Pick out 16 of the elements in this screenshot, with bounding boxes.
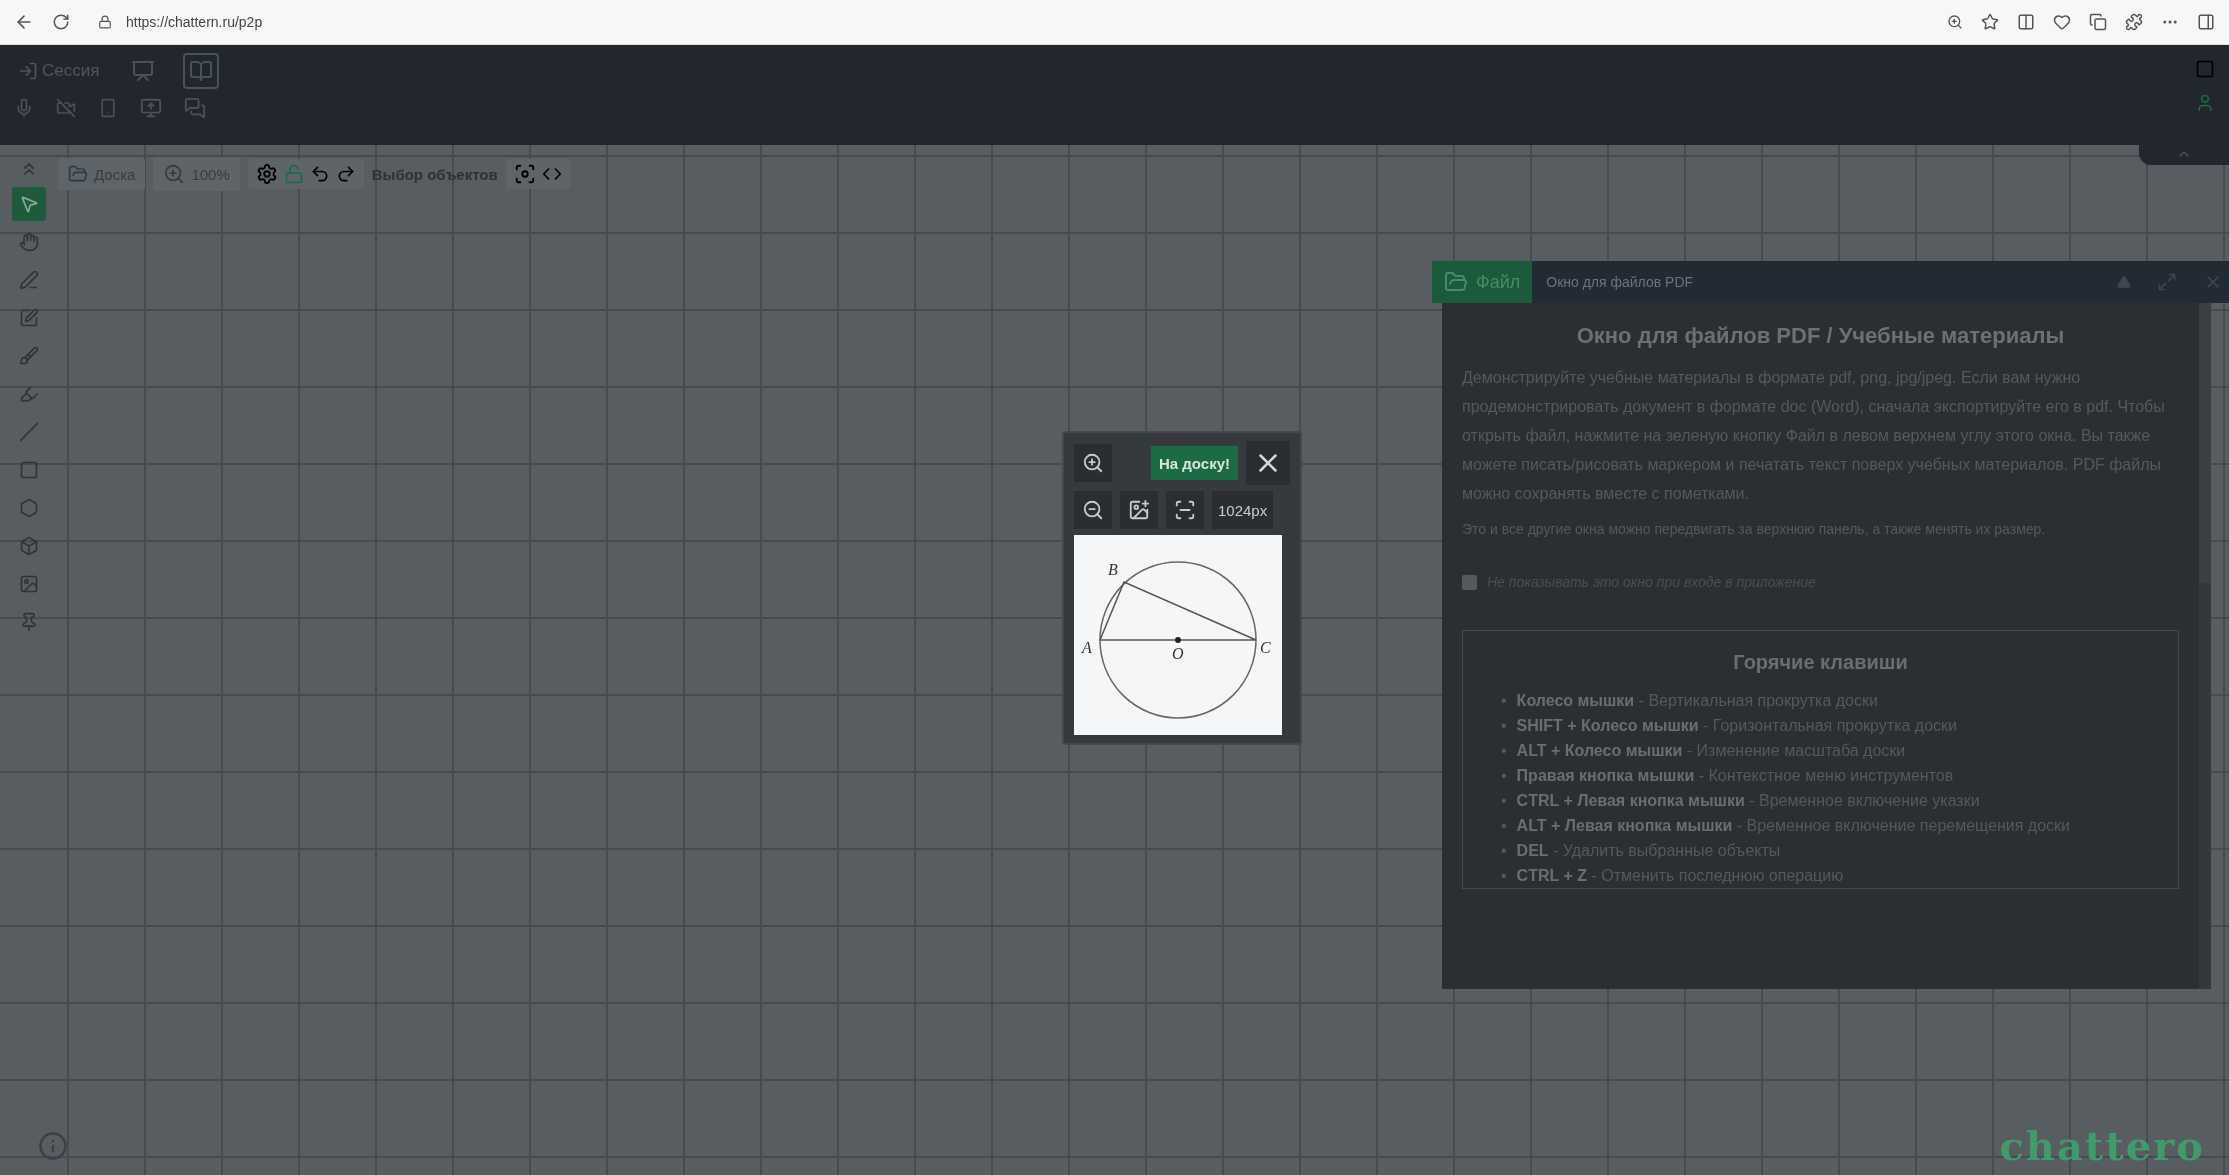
address-field[interactable]: https://chattern.ru/p2p xyxy=(88,10,273,34)
bullet: • xyxy=(1501,766,1507,786)
window-heading: Окно для файлов PDF / Учебные материалы xyxy=(1575,323,2066,349)
bullet: • xyxy=(1501,716,1507,736)
bullet: • xyxy=(1501,691,1507,711)
size-button[interactable]: 1024px xyxy=(1212,491,1274,529)
bullet: • xyxy=(1501,741,1507,761)
bullet: • xyxy=(1501,791,1507,811)
window-title: Окно для файлов PDF xyxy=(1546,274,1695,290)
bullet: • xyxy=(1501,866,1507,886)
bullet: • xyxy=(1501,816,1507,836)
circle-diagram: B A O C xyxy=(1074,535,1282,735)
logo: chattero xyxy=(1999,1122,2205,1169)
bullet: • xyxy=(1501,841,1507,861)
to-board-button[interactable]: На доску! xyxy=(1151,446,1238,480)
hotkeys-heading: Горячие клавиши xyxy=(1732,651,1909,674)
